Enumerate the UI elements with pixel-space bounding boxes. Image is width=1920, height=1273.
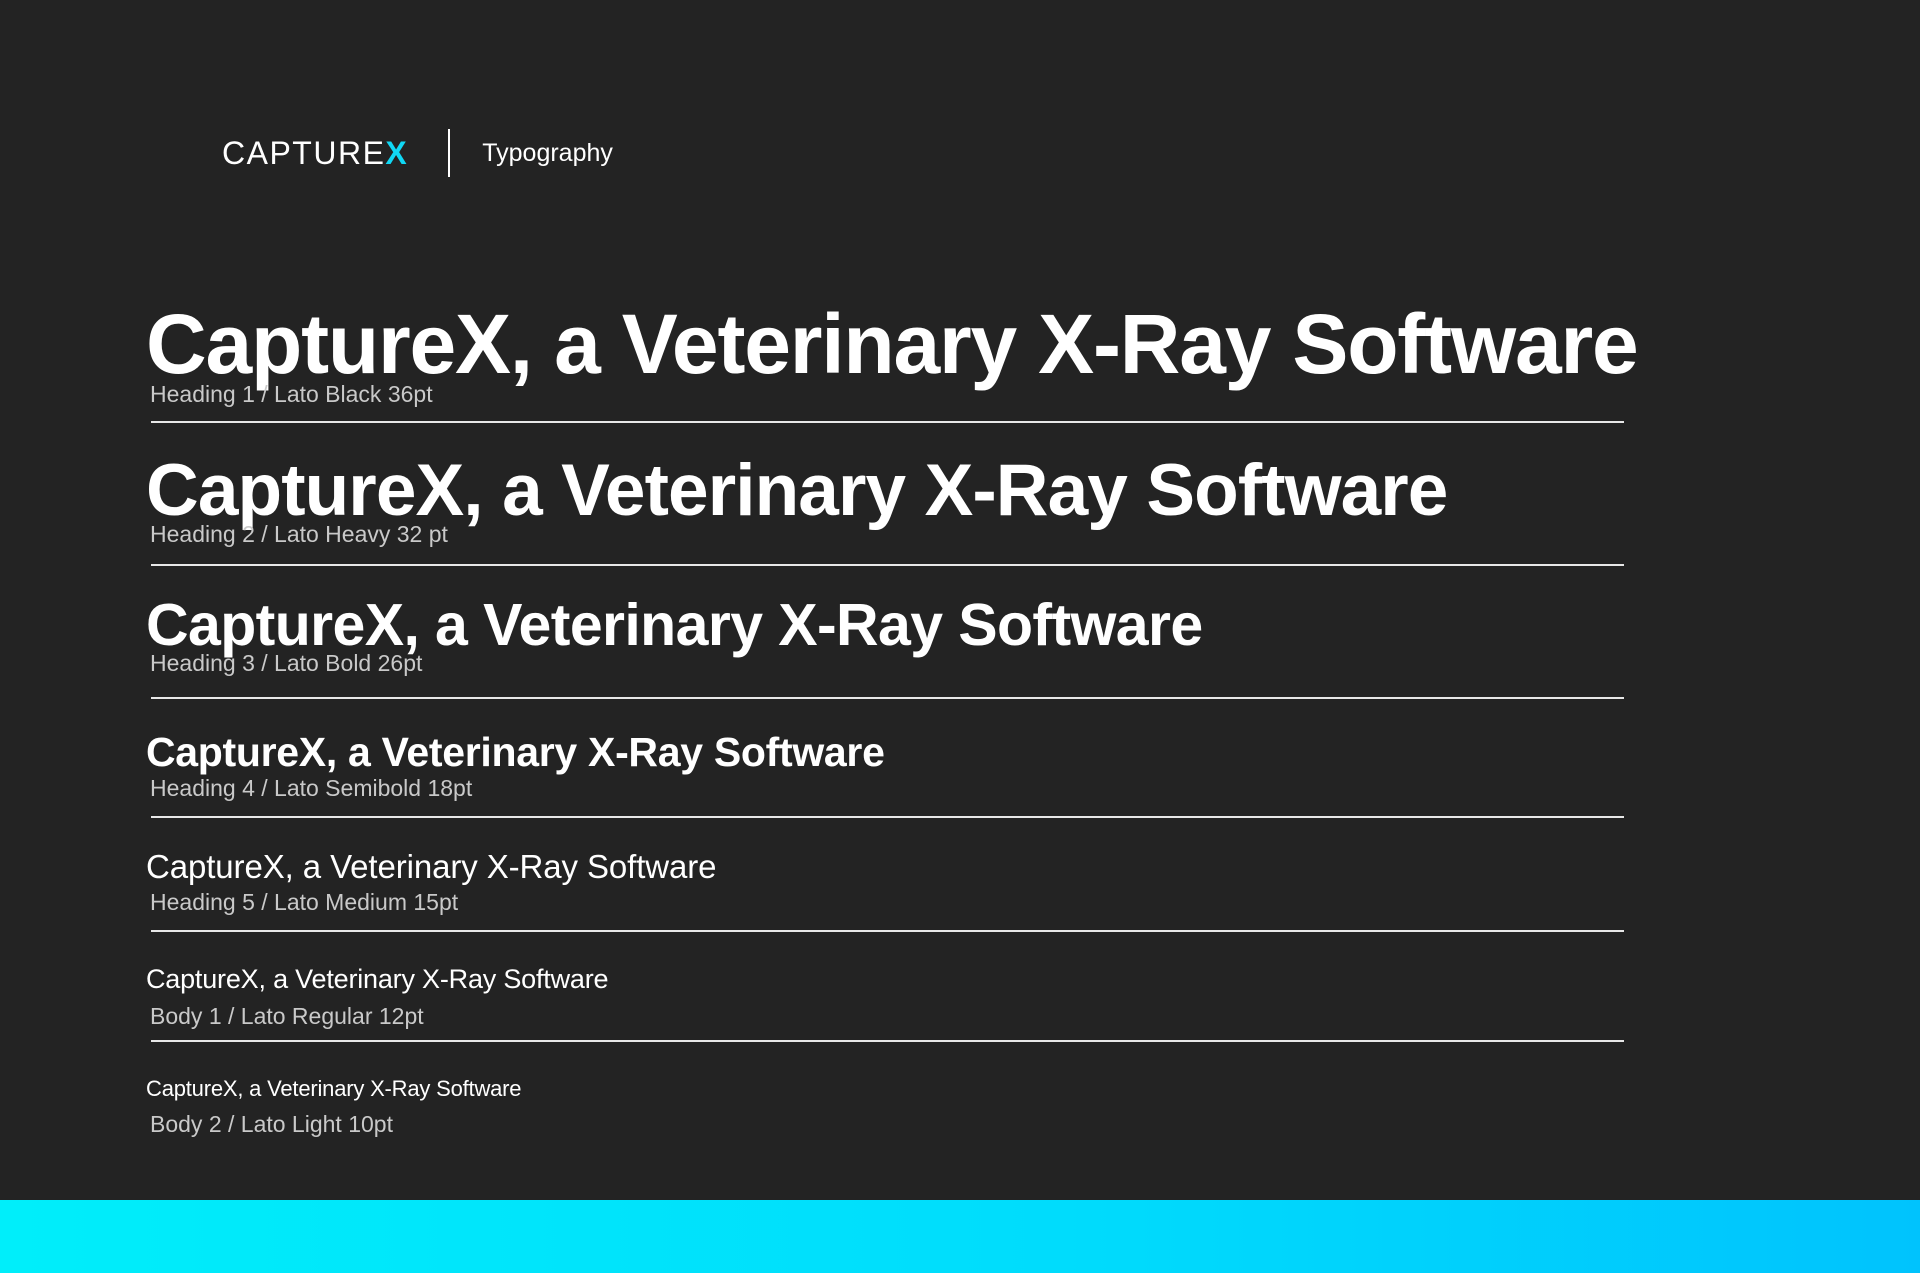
specimen-caption: Heading 5 / Lato Medium 15pt [150, 889, 459, 915]
divider-line [151, 1040, 1624, 1042]
specimen-sample: CaptureX, a Veterinary X-Ray Software [146, 1076, 522, 1101]
specimen-sample: CaptureX, a Veterinary X-Ray Software [146, 964, 609, 994]
specimen-sample: CaptureX, a Veterinary X-Ray Software [146, 450, 1448, 531]
specimen-heading-2: CaptureX, a Veterinary X-Ray Software He… [146, 450, 1624, 566]
specimen-sample: CaptureX, a Veterinary X-Ray Software [146, 592, 1203, 658]
specimen-heading-1: CaptureX, a Veterinary X-Ray Software He… [146, 297, 1639, 423]
specimen-caption: Body 2 / Lato Light 10pt [150, 1111, 393, 1137]
specimen-sample: CaptureX, a Veterinary X-Ray Software [146, 848, 717, 885]
divider-line [151, 564, 1624, 566]
specimen-heading-4: CaptureX, a Veterinary X-Ray Software He… [146, 729, 1624, 818]
divider-line [151, 421, 1624, 423]
divider-line [151, 697, 1624, 699]
section-title: Typography [482, 138, 613, 167]
specimen-body-2: CaptureX, a Veterinary X-Ray Software Bo… [146, 1078, 1624, 1136]
divider-line [151, 816, 1624, 818]
specimen-heading-5: CaptureX, a Veterinary X-Ray Software He… [146, 848, 1624, 932]
page-header: CAPTUREX Typography [222, 128, 613, 178]
specimen-caption: Heading 4 / Lato Semibold 18pt [150, 775, 473, 801]
specimen-body-1: CaptureX, a Veterinary X-Ray Software Bo… [146, 964, 1624, 1042]
logo-wordmark: CAPTURE [222, 135, 386, 171]
specimen-heading-3: CaptureX, a Veterinary X-Ray Software He… [146, 592, 1624, 699]
specimen-caption: Body 1 / Lato Regular 12pt [150, 1003, 424, 1029]
header-divider [448, 129, 451, 177]
specimen-sample: CaptureX, a Veterinary X-Ray Software [146, 297, 1639, 391]
footer-gradient-bar [0, 1200, 1920, 1273]
capturex-logo: CAPTUREX [222, 137, 408, 169]
divider-line [151, 930, 1624, 932]
specimen-sample: CaptureX, a Veterinary X-Ray Software [146, 729, 885, 775]
logo-accent-x: X [385, 135, 409, 171]
